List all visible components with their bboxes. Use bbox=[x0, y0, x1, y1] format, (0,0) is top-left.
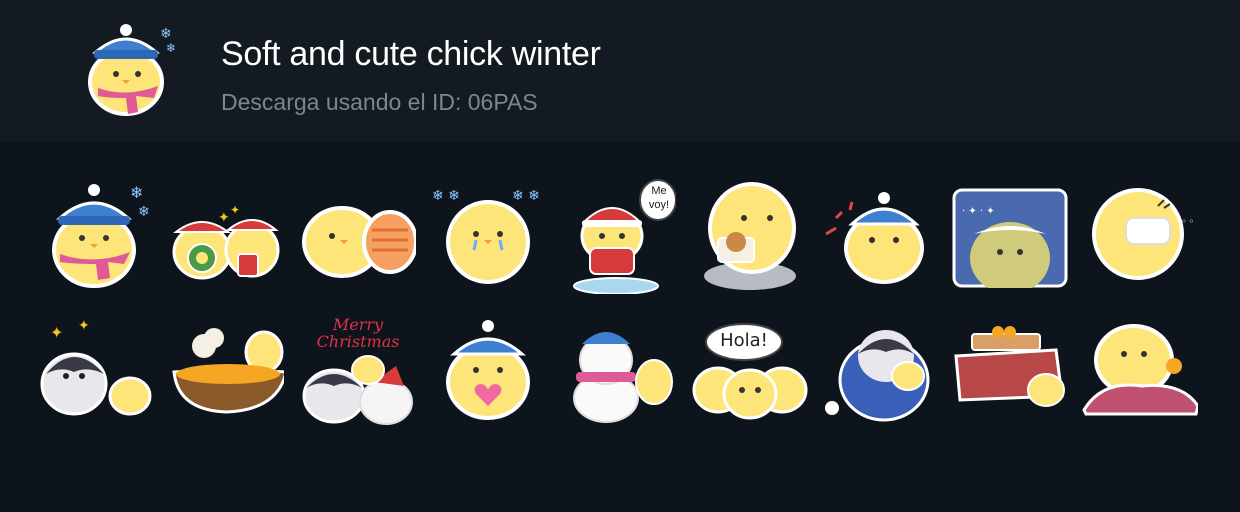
svg-text:❄ ❄: ❄ ❄ bbox=[512, 188, 540, 204]
sticker-penguin-blue-scarf[interactable] bbox=[822, 310, 938, 426]
sticker-chick-snow-covered[interactable]: · ✦ · ✦ bbox=[952, 188, 1068, 304]
sticker-chick-blue-hat-surprised[interactable] bbox=[822, 178, 938, 294]
sticker-merry-christmas[interactable]: Merry Christmas bbox=[300, 312, 416, 428]
sticker-chicks-wreath-mug[interactable]: ✦ ✦ bbox=[168, 178, 284, 294]
hola-text: Hola! bbox=[720, 330, 768, 351]
svg-text:❄ ❄: ❄ ❄ bbox=[432, 188, 460, 204]
sticker-chick-crying-snow[interactable]: ❄ ❄ ❄ ❄ bbox=[430, 178, 546, 294]
merry-christmas-text: Merry Christmas bbox=[316, 315, 400, 351]
speech-bubble-text: Me voy! bbox=[648, 185, 670, 211]
sticker-penguin-and-chick[interactable]: ✦ ✦ bbox=[38, 310, 154, 426]
svg-text:✦: ✦ bbox=[78, 318, 90, 334]
svg-text:ᵒ ᵒ: ᵒ ᵒ bbox=[1182, 218, 1193, 229]
sticker-three-chicks-hola[interactable]: Hola! bbox=[692, 310, 808, 426]
sticker-chick-snowman[interactable] bbox=[560, 310, 676, 426]
sticker-chick-santa-skating[interactable]: Me voy! bbox=[560, 178, 676, 294]
sticker-chick-bread[interactable] bbox=[692, 178, 808, 294]
sticker-chick-blue-hat-pink-scarf[interactable]: ❄ ❄ bbox=[38, 178, 154, 294]
sticker-chick-kotatsu[interactable] bbox=[952, 310, 1068, 426]
sticker-chick-heater[interactable] bbox=[300, 178, 416, 294]
svg-text:❄: ❄ bbox=[130, 183, 143, 202]
svg-text:· ✦ · ✦: · ✦ · ✦ bbox=[962, 206, 995, 217]
svg-text:✦: ✦ bbox=[230, 203, 240, 217]
svg-text:❄: ❄ bbox=[138, 204, 150, 220]
sticker-chick-blanket[interactable] bbox=[1082, 310, 1198, 426]
svg-text:✦: ✦ bbox=[50, 323, 63, 342]
svg-text:✦: ✦ bbox=[218, 210, 230, 226]
sticker-chick-heart[interactable] bbox=[430, 310, 546, 426]
sticker-chick-soup[interactable] bbox=[168, 310, 284, 426]
sticker-chick-mask[interactable]: ᵒ ᵒ bbox=[1082, 178, 1198, 294]
sticker-grid: ❄ ❄ ✦ ✦ ❄ ❄ ❄ ❄ Me voy! · ✦ · ✦ ᵒ ᵒ ✦ ✦ … bbox=[0, 0, 1240, 512]
